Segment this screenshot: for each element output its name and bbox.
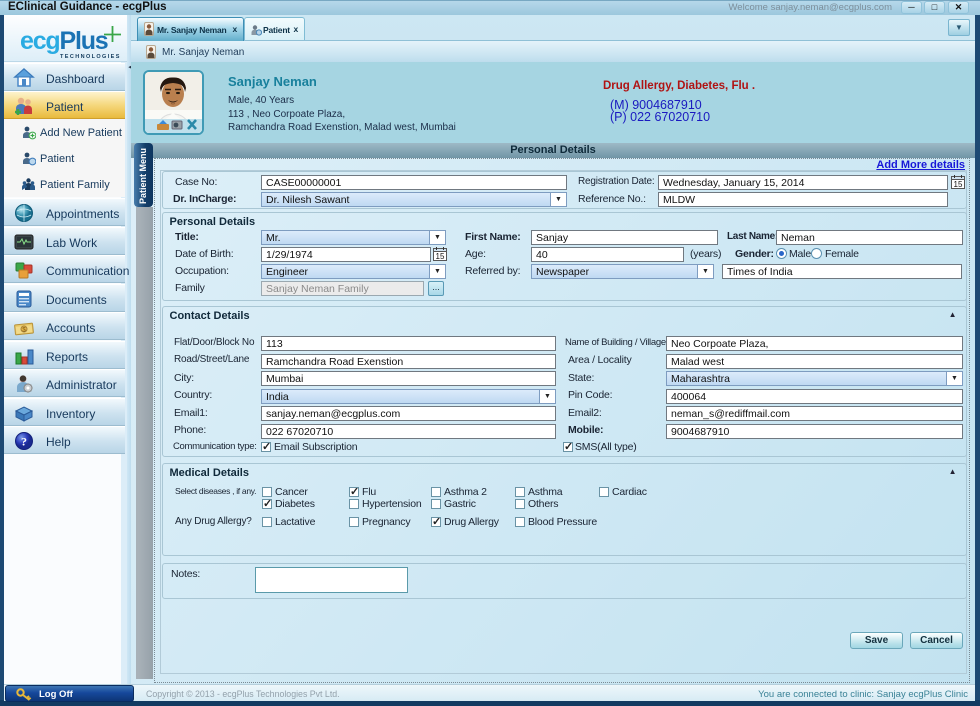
- svg-text:15: 15: [436, 252, 445, 261]
- svg-text:15: 15: [954, 180, 963, 189]
- svg-text:?: ?: [21, 435, 27, 449]
